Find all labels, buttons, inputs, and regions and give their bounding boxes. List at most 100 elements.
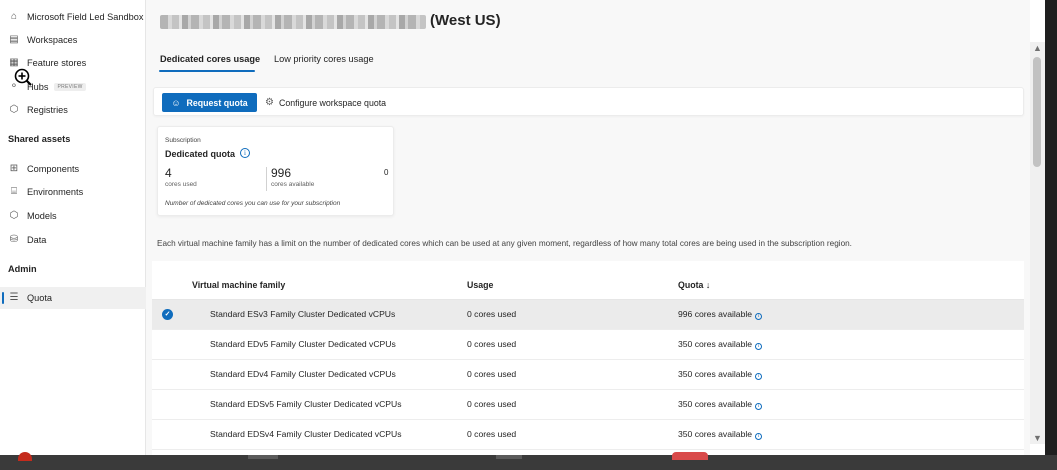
info-icon[interactable]: i <box>240 148 250 158</box>
scroll-down-arrow-icon[interactable]: ▼ <box>1033 433 1042 443</box>
sidebar-item-workspaces[interactable]: ▤ Workspaces <box>0 29 146 51</box>
table-row[interactable]: Standard EDSv5 Family Cluster Dedicated … <box>152 390 1024 420</box>
usage-cell: 0 cores used <box>467 309 517 319</box>
sidebar-item-label: Environments <box>27 187 84 197</box>
table-row[interactable]: ✓ Standard ESv3 Family Cluster Dedicated… <box>152 300 1024 330</box>
usage-cell: 0 cores used <box>467 429 517 439</box>
sidebar-item-label: Workspaces <box>27 35 78 45</box>
sidebar-item-label: Feature stores <box>27 58 87 68</box>
sidebar-item-label: Models <box>27 211 57 221</box>
vm-family-table: Virtual machine family Usage Quota ↓ ✓ S… <box>152 261 1024 455</box>
info-icon[interactable]: i <box>755 373 763 380</box>
table-row[interactable]: Standard EDSv4 Family Cluster Dedicated … <box>152 420 1024 450</box>
quota-cell-text: 350 cores available <box>678 399 753 409</box>
sidebar: ⌂ Microsoft Field Led Sandbox ▤ Workspac… <box>0 0 146 455</box>
table-header: Virtual machine family Usage Quota ↓ <box>152 261 1024 300</box>
quota-cell-text: 996 cores available <box>678 309 753 319</box>
quota-cell-text: 350 cores available <box>678 429 753 439</box>
scroll-thumb[interactable] <box>1033 57 1041 167</box>
section-heading-shared-assets: Shared assets <box>8 134 71 144</box>
card-divider <box>266 167 267 191</box>
sidebar-item-registries[interactable]: ⬡ Registries <box>0 99 146 121</box>
info-icon[interactable]: i <box>755 343 763 350</box>
request-quota-label: Request quota <box>186 97 248 108</box>
table-row[interactable]: Standard EDv4 Family Cluster Dedicated v… <box>152 360 1024 390</box>
active-tab-indicator <box>159 70 255 72</box>
quota-cell: 350 cores available i <box>678 339 763 350</box>
quota-description: Each virtual machine family has a limit … <box>157 239 852 248</box>
sidebar-item-components[interactable]: ⊞ Components <box>0 158 146 180</box>
toolbar: ☺ Request quota ⚙ Configure workspace qu… <box>153 87 1024 116</box>
vm-family-cell: Standard EDSv5 Family Cluster Dedicated … <box>210 399 402 409</box>
page-title-region: (West US) <box>430 12 501 29</box>
quota-icon: ☰ <box>9 292 19 303</box>
quota-cell: 350 cores available i <box>678 429 763 440</box>
gear-icon: ⚙ <box>265 97 274 108</box>
preview-badge: PREVIEW <box>54 83 86 91</box>
sidebar-item-quota[interactable]: ☰ Quota <box>0 287 146 309</box>
usage-cell: 0 cores used <box>467 369 517 379</box>
app-window: ⌂ Microsoft Field Led Sandbox ▤ Workspac… <box>0 0 1045 455</box>
sidebar-item-environments[interactable]: ⌸ Environments <box>0 181 146 203</box>
scroll-up-arrow-icon[interactable]: ▲ <box>1033 43 1042 53</box>
red-pill-indicator <box>672 452 708 460</box>
quota-cell-text: 350 cores available <box>678 339 753 349</box>
sidebar-item-data[interactable]: ⛁ Data <box>0 229 146 251</box>
usage-cell: 0 cores used <box>467 339 517 349</box>
cores-available-value: 996 <box>271 166 292 180</box>
quota-cell-text: 350 cores available <box>678 369 753 379</box>
sidebar-item-home[interactable]: ⌂ Microsoft Field Led Sandbox <box>0 6 146 28</box>
models-icon: ⬡ <box>9 210 19 221</box>
dedicated-quota-card: Subscription Dedicated quota i 4 cores u… <box>157 126 394 216</box>
info-icon[interactable]: i <box>755 433 763 440</box>
data-icon: ⛁ <box>9 234 19 245</box>
taskbar-block <box>496 455 522 459</box>
quota-cell: 996 cores available i <box>678 309 763 320</box>
taskbar-strip <box>0 455 1057 470</box>
taskbar-block <box>248 455 278 459</box>
vertical-scrollbar[interactable]: ▲ ▼ <box>1030 42 1045 444</box>
configure-workspace-quota-label: Configure workspace quota <box>278 97 387 108</box>
cores-used-label: cores used <box>165 181 197 188</box>
info-icon[interactable]: i <box>755 313 763 320</box>
vm-family-cell: Standard EDSv4 Family Cluster Dedicated … <box>210 429 402 439</box>
sidebar-item-label: Components <box>27 164 80 174</box>
quota-cell: 350 cores available i <box>678 369 763 380</box>
vm-family-cell: Standard ESv3 Family Cluster Dedicated v… <box>210 309 396 319</box>
tab-low-priority-cores[interactable]: Low priority cores usage <box>274 54 374 64</box>
cores-available-label: cores available <box>271 181 315 188</box>
third-value: 0 <box>384 168 389 177</box>
tab-dedicated-cores[interactable]: Dedicated cores usage <box>160 54 260 64</box>
red-indicator-icon <box>18 452 32 461</box>
table-row[interactable]: Standard EDv5 Family Cluster Dedicated v… <box>152 330 1024 360</box>
column-header-quota[interactable]: Quota ↓ <box>678 280 710 290</box>
section-heading-admin: Admin <box>8 264 37 274</box>
checkmark-icon[interactable]: ✓ <box>162 309 173 320</box>
workspaces-icon: ▤ <box>9 34 19 45</box>
card-note: Number of dedicated cores you can use fo… <box>165 200 341 207</box>
redacted-workspace-name <box>160 15 426 29</box>
configure-workspace-quota-button[interactable]: ⚙ Configure workspace quota <box>265 93 386 112</box>
registries-icon: ⬡ <box>9 104 19 115</box>
sidebar-item-label: Microsoft Field Led Sandbox <box>27 12 144 22</box>
vm-family-cell: Standard EDv5 Family Cluster Dedicated v… <box>210 339 396 349</box>
usage-cell: 0 cores used <box>467 399 517 409</box>
sidebar-item-models[interactable]: ⬡ Models <box>0 205 146 227</box>
person-icon: ☺ <box>171 97 181 108</box>
column-header-family[interactable]: Virtual machine family <box>192 280 285 290</box>
request-quota-button[interactable]: ☺ Request quota <box>162 93 257 112</box>
sidebar-item-label: Quota <box>27 293 53 303</box>
card-heading: Dedicated quota <box>165 149 236 159</box>
info-icon[interactable]: i <box>755 403 763 410</box>
environments-icon: ⌸ <box>11 186 17 197</box>
main-content: (West US) Dedicated cores usage Low prio… <box>146 0 1030 455</box>
cores-used-value: 4 <box>165 166 172 180</box>
vm-family-cell: Standard EDv4 Family Cluster Dedicated v… <box>210 369 396 379</box>
sidebar-item-label: Registries <box>27 105 68 115</box>
sidebar-item-label: Data <box>27 235 47 245</box>
zoom-cursor-icon <box>14 68 32 86</box>
column-header-usage[interactable]: Usage <box>467 280 493 290</box>
card-eyebrow: Subscription <box>165 137 201 144</box>
home-icon: ⌂ <box>10 11 18 22</box>
quota-cell: 350 cores available i <box>678 399 763 410</box>
